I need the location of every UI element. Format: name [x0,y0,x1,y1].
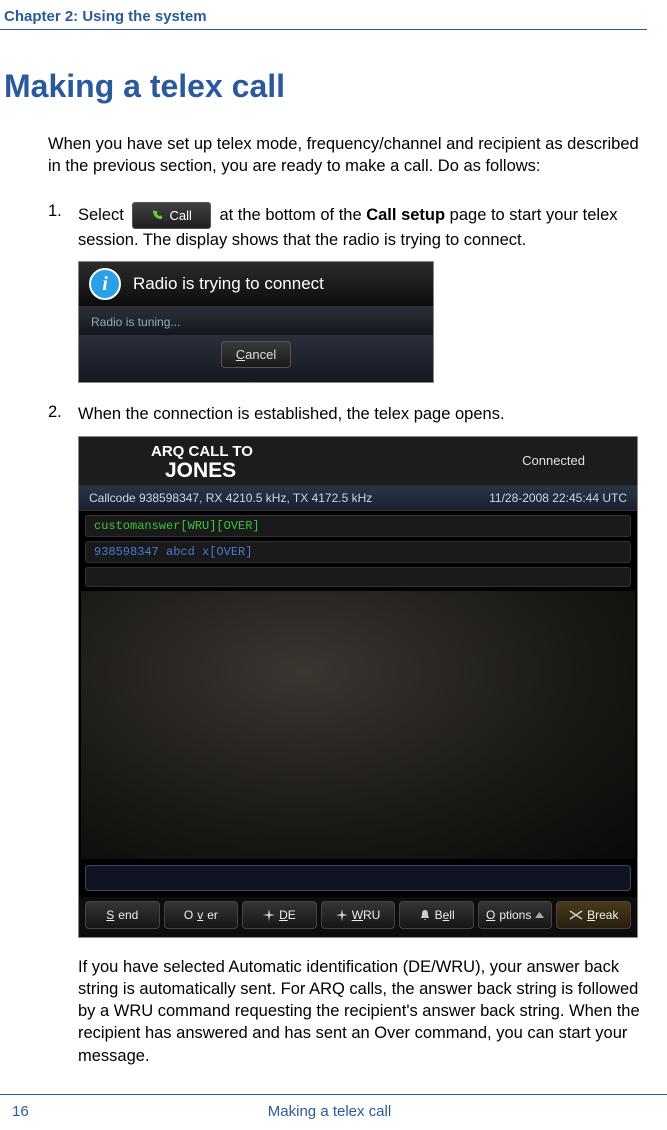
page-title: Making a telex call [0,68,647,105]
wru-icon [336,909,348,921]
t: end [118,908,138,922]
p: B [435,908,443,922]
u: W [352,908,363,922]
tx-line: 938598347 abcd x[OVER] [85,541,631,563]
step1-bold: Call setup [366,206,445,224]
de-button[interactable]: DE [242,901,317,929]
telex-toolbar: Send Over DE WRU Bell Options Break [79,897,637,937]
telex-canvas [81,591,635,859]
dialog-header: i Radio is trying to connect [79,262,433,307]
step1-posta: at the bottom of the [219,206,366,224]
dialog-footer: Cancel [79,335,433,382]
p: O [184,908,193,922]
cancel-button[interactable]: Cancel [221,341,291,368]
connected-status: Connected [522,453,585,468]
call-button-label: Call [169,207,191,225]
callcode-info: Callcode 938598347, RX 4210.5 kHz, TX 41… [89,491,372,505]
u: O [486,908,495,922]
cancel-u: C [236,347,245,362]
step1-pre: Select [78,206,128,224]
break-icon [569,910,583,920]
send-button[interactable]: Send [85,901,160,929]
datetime-info: 11/28-2008 22:45:44 UTC [489,491,627,505]
t: er [207,908,218,922]
connecting-dialog: i Radio is trying to connect Radio is tu… [78,261,434,383]
page-footer: 16 Making a telex call [0,1094,667,1120]
bell-icon [419,909,431,921]
cancel-rest: ancel [245,347,276,362]
t: E [288,908,296,922]
t: ptions [499,908,531,922]
call-button[interactable]: Call [132,202,210,230]
telex-infobar: Callcode 938598347, RX 4210.5 kHz, TX 41… [79,486,637,511]
intro-paragraph: When you have set up telex mode, frequen… [48,133,647,178]
dialog-title: Radio is trying to connect [133,274,324,294]
step-number: 2. [48,403,78,425]
t: ll [449,908,454,922]
footer-title: Making a telex call [12,1103,647,1120]
u: v [197,908,203,922]
chevron-up-icon [535,912,544,918]
step-1: 1. Select Call at the bottom of the Call… [48,202,647,252]
message-input[interactable] [85,865,631,891]
rx-line: customanswer[WRU][OVER] [85,515,631,537]
step-2: 2. When the connection is established, t… [48,403,647,425]
break-button[interactable]: Break [556,901,631,929]
bell-button[interactable]: Bell [399,901,474,929]
u: D [279,908,288,922]
wru-button[interactable]: WRU [321,901,396,929]
options-button[interactable]: Options [478,901,553,929]
t: RU [363,908,380,922]
step-body: Select Call at the bottom of the Call se… [78,202,647,252]
phone-icon [151,209,163,221]
over-button[interactable]: Over [164,901,239,929]
info-icon: i [89,268,121,300]
dialog-status: Radio is tuning... [79,307,433,335]
t: reak [595,908,618,922]
step-number: 1. [48,202,78,252]
step-body: When the connection is established, the … [78,403,505,425]
u: B [587,908,595,922]
telex-header: ARQ CALL TO JONES Connected [79,437,637,486]
empty-line [85,567,631,587]
after-paragraph: If you have selected Automatic identific… [48,956,647,1067]
u: S [106,908,114,922]
de-icon [263,909,275,921]
telex-screen: ARQ CALL TO JONES Connected Callcode 938… [78,436,638,938]
chapter-header: Chapter 2: Using the system [0,8,647,30]
